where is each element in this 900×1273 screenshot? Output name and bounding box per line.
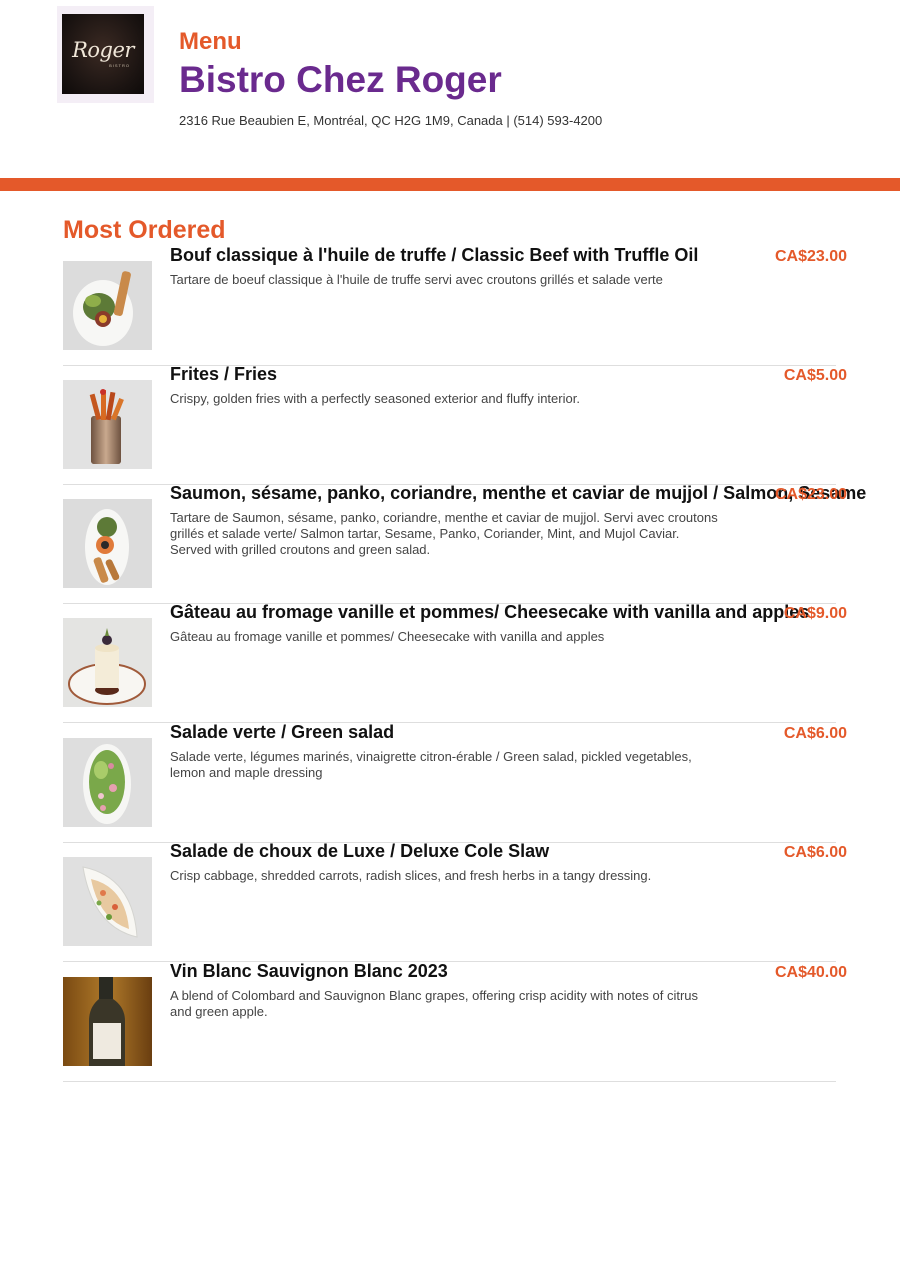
menu-item-photo — [63, 738, 152, 827]
menu-item-price: CA$23.00 — [774, 248, 847, 265]
menu-item-photo — [63, 380, 152, 469]
logo-text: Roger — [72, 38, 134, 62]
menu-item-photo — [63, 977, 152, 1066]
logo-tile: Roger BISTRO — [57, 6, 154, 103]
menu-item-description: Tartare de Saumon, sésame, panko, corian… — [170, 510, 718, 557]
menu-item-description: A blend of Colombard and Sauvignon Blanc… — [170, 988, 699, 1019]
menu-item-name: Salade de choux de Luxe / Deluxe Cole Sl… — [170, 841, 550, 861]
menu-item-name: Frites / Fries — [170, 364, 278, 384]
menu-item-description: Crisp cabbage, shredded carrots, radish … — [170, 868, 652, 883]
restaurant-logo: Roger BISTRO — [62, 14, 144, 94]
menu-item-price: CA$23.00 — [774, 486, 847, 503]
menu-item-name: Vin Blanc Sauvignon Blanc 2023 — [170, 961, 448, 981]
menu-item[interactable]: Bouf classique à l'huile de truffe / Cla… — [63, 245, 847, 366]
menu-item-name: Saumon, sésame, panko, coriandre, menthe… — [170, 483, 867, 503]
menu-item[interactable]: Salade verte / Green salad Salade verte,… — [63, 722, 847, 843]
menu-item-description: Crispy, golden fries with a perfectly se… — [170, 391, 580, 406]
menu-item-photo — [63, 261, 152, 350]
restaurant-address: 2316 Rue Beaubien E, Montréal, QC H2G 1M… — [179, 113, 603, 128]
menu-item-photo — [63, 499, 152, 588]
menu-item-description: Gâteau au fromage vanille et pommes/ Che… — [170, 629, 605, 644]
menu-item-photo — [63, 618, 152, 707]
menu-item-description: Salade verte, légumes marinés, vinaigret… — [170, 749, 692, 780]
menu-item-description: Tartare de boeuf classique à l'huile de … — [170, 272, 663, 287]
restaurant-name: Bistro Chez Roger — [179, 59, 502, 100]
menu-item[interactable]: Vin Blanc Sauvignon Blanc 2023 A blend o… — [63, 961, 847, 1082]
menu-item-name: Salade verte / Green salad — [170, 722, 395, 742]
menu-item-price: CA$6.00 — [783, 844, 847, 861]
menu-item-price: CA$40.00 — [774, 964, 847, 981]
menu-item[interactable]: Saumon, sésame, panko, coriandre, menthe… — [63, 483, 866, 604]
menu-item-photo — [63, 857, 152, 946]
menu-item-price: CA$5.00 — [783, 367, 847, 384]
menu-item-price: CA$6.00 — [783, 725, 847, 742]
logo-subtext: BISTRO — [109, 63, 130, 68]
menu-item[interactable]: Gâteau au fromage vanille et pommes/ Che… — [63, 602, 847, 723]
menu-item-name: Bouf classique à l'huile de truffe / Cla… — [170, 245, 699, 265]
menu-item[interactable]: Salade de choux de Luxe / Deluxe Cole Sl… — [63, 841, 847, 962]
menu-item-price: CA$9.00 — [783, 605, 847, 622]
section-title: Most Ordered — [63, 216, 226, 244]
menu-item-name: Gâteau au fromage vanille et pommes/ Che… — [170, 602, 810, 622]
accent-divider-band — [0, 178, 900, 191]
menu-item[interactable]: Frites / Fries Crispy, golden fries with… — [63, 364, 847, 485]
menu-kicker: Menu — [179, 28, 242, 55]
